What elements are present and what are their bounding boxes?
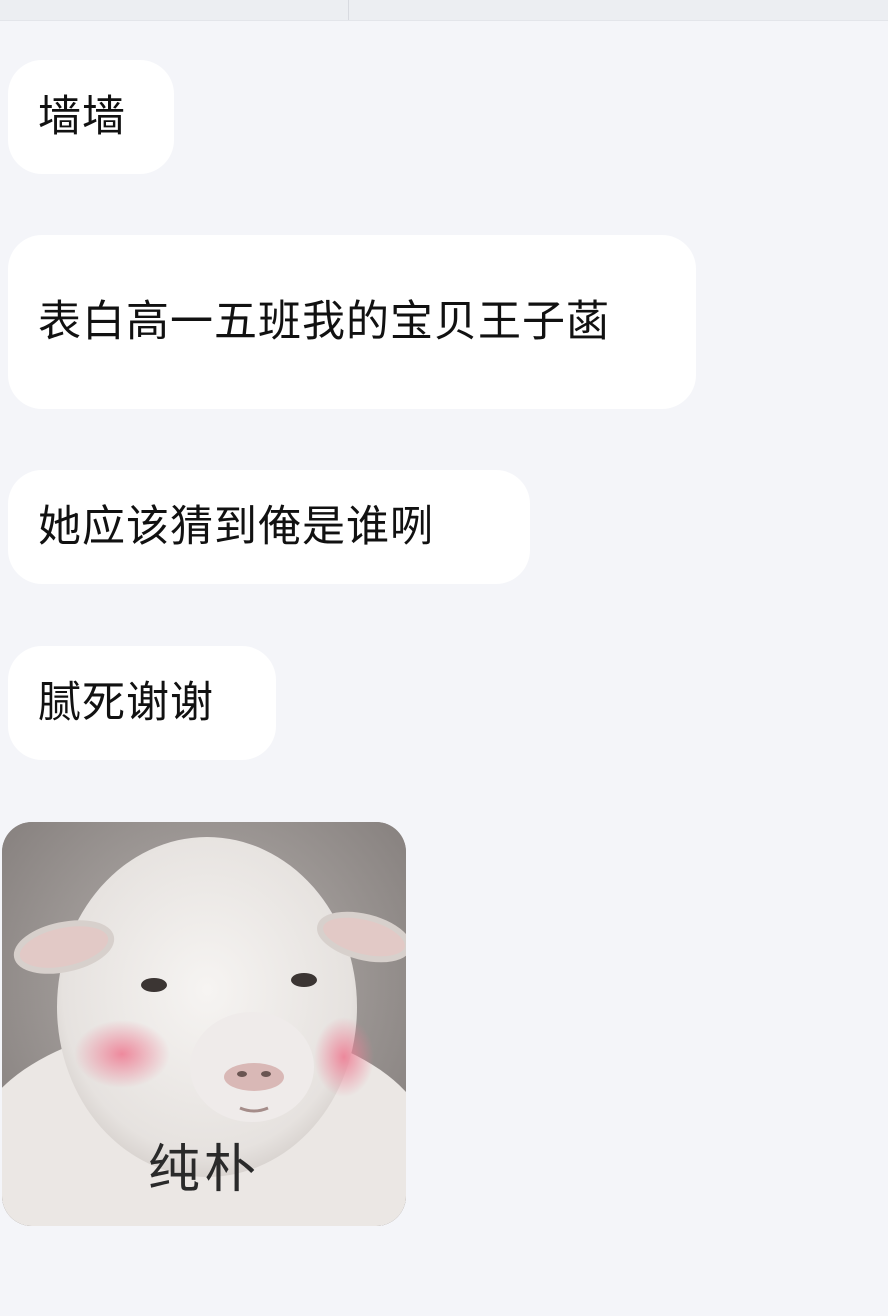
sticker-image[interactable]: 纯朴 [2, 822, 406, 1226]
message-text: 表白高一五班我的宝贝王子菡 [38, 297, 610, 347]
sticker-caption: 纯朴 [147, 1140, 260, 1200]
message-text: 腻死谢谢 [38, 678, 214, 728]
message-text: 她应该猜到俺是谁咧 [38, 502, 434, 552]
message-bubble[interactable]: 墙墙 [8, 60, 174, 174]
message-text: 墙墙 [38, 92, 126, 142]
message-bubble[interactable]: 腻死谢谢 [8, 646, 276, 760]
top-bar [0, 0, 888, 21]
top-divider [348, 0, 349, 20]
message-bubble[interactable]: 表白高一五班我的宝贝王子菡 [8, 235, 696, 409]
message-bubble[interactable]: 她应该猜到俺是谁咧 [8, 470, 530, 584]
